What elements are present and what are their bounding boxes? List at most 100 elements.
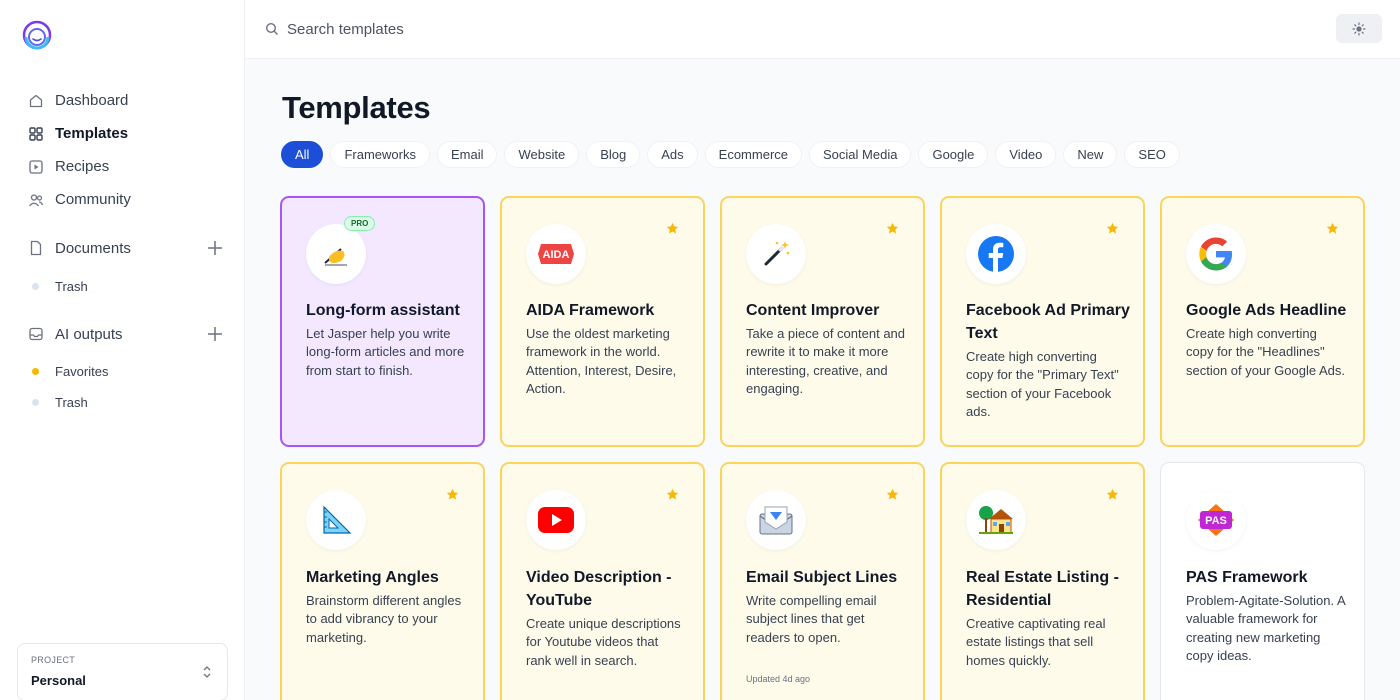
home-icon (29, 94, 43, 107)
filter-ecommerce[interactable]: Ecommerce (704, 141, 803, 168)
star-icon[interactable] (1106, 488, 1119, 501)
card-icon-wrap (966, 224, 1026, 284)
card-description: Create high converting copy for the "Hea… (1186, 326, 1345, 378)
inbox-icon (29, 327, 43, 341)
nav-item-label: Dashboard (55, 92, 129, 109)
nav-item-dashboard[interactable]: Dashboard (28, 84, 131, 117)
search-icon (265, 22, 278, 35)
template-card-long-form[interactable]: PRO Long-form assistant Let Jasper help … (280, 196, 485, 447)
filter-website[interactable]: Website (504, 141, 580, 168)
nav-item-label: Recipes (55, 158, 110, 175)
card-title: Content Improver (746, 302, 880, 319)
ai-outputs-trash-label: Trash (55, 395, 88, 410)
card-icon-wrap: PAS (1186, 490, 1246, 550)
envelope-icon (759, 506, 793, 535)
sun-icon (1352, 21, 1366, 36)
template-card-google-ads[interactable]: Google Ads Headline Create high converti… (1160, 196, 1365, 447)
template-card-email-subject[interactable]: Email Subject Lines Write compelling ema… (720, 462, 925, 700)
triangle-ruler-icon (323, 505, 352, 534)
magic-wand-icon (764, 241, 790, 266)
document-icon (30, 240, 42, 256)
card-icon-wrap (746, 224, 806, 284)
card-title: Video Description - YouTube (526, 569, 672, 609)
pas-icon: PAS (1198, 504, 1234, 536)
theme-toggle-button[interactable] (1336, 14, 1382, 43)
star-icon[interactable] (886, 488, 899, 501)
sidebar: Dashboard Templates Recipes Community Do… (0, 0, 245, 700)
template-card-real-estate[interactable]: Real Estate Listing - Residential Creati… (940, 462, 1145, 700)
documents-trash-label: Trash (55, 279, 88, 294)
nav-item-label: Templates (55, 125, 129, 142)
topbar (245, 0, 1400, 59)
add-document-icon[interactable] (206, 239, 224, 257)
documents-section[interactable]: Documents (28, 239, 224, 257)
card-icon-wrap (1186, 224, 1246, 284)
google-icon (1199, 237, 1232, 271)
template-card-content-improver[interactable]: Content Improver Take a piece of content… (720, 196, 925, 447)
card-description: Create unique descriptions for Youtube v… (526, 616, 681, 668)
star-icon[interactable] (666, 222, 679, 235)
star-icon[interactable] (1326, 222, 1339, 235)
filter-email[interactable]: Email (436, 141, 498, 168)
filter-seo[interactable]: SEO (1124, 141, 1180, 168)
favorite-dot (32, 368, 39, 375)
ai-outputs-favorites[interactable]: Favorites (32, 364, 108, 379)
template-card-pas[interactable]: PAS PAS Framework Problem-Agitate-Soluti… (1160, 462, 1365, 700)
project-selector[interactable]: PROJECT Personal (17, 643, 228, 700)
card-description: Use the oldest marketing framework in th… (526, 326, 677, 396)
nav-item-recipes[interactable]: Recipes (28, 150, 131, 183)
filter-google[interactable]: Google (918, 141, 989, 168)
card-icon-wrap (306, 224, 366, 284)
documents-label: Documents (55, 239, 131, 257)
filter-blog[interactable]: Blog (586, 141, 641, 168)
chevron-updown-icon (203, 666, 211, 678)
filter-social-media[interactable]: Social Media (809, 141, 912, 168)
grid-icon (29, 126, 43, 141)
filter-new[interactable]: New (1063, 141, 1118, 168)
writing-hand-icon (324, 248, 347, 266)
template-card-marketing-angles[interactable]: Marketing Angles Brainstorm different an… (280, 462, 485, 700)
main-nav: Dashboard Templates Recipes Community (28, 84, 131, 216)
filter-all[interactable]: All (281, 141, 324, 168)
documents-trash[interactable]: Trash (32, 279, 88, 294)
ai-outputs-label: AI outputs (55, 325, 123, 343)
jasper-logo-icon[interactable] (21, 20, 53, 50)
card-description: Creative captivating real estate listing… (966, 616, 1106, 668)
pas-icon-text: PAS (1205, 515, 1227, 527)
bullet-dot (32, 283, 39, 290)
updated-meta: Updated 4d ago (746, 674, 811, 684)
card-description: Brainstorm different angles to add vibra… (306, 593, 462, 645)
template-card-video-description[interactable]: Video Description - YouTube Create uniqu… (500, 462, 705, 700)
card-title: PAS Framework (1186, 569, 1308, 586)
nav-item-community[interactable]: Community (28, 183, 131, 216)
ai-outputs-trash[interactable]: Trash (32, 395, 88, 410)
filter-frameworks[interactable]: Frameworks (330, 141, 430, 168)
card-title: Facebook Ad Primary Text (966, 302, 1130, 342)
add-output-icon[interactable] (206, 325, 224, 343)
aida-icon-text: AIDA (543, 249, 570, 261)
card-description: Problem-Agitate-Solution. A valuable fra… (1186, 593, 1345, 663)
project-label: PROJECT (31, 655, 76, 665)
card-icon-wrap (746, 490, 806, 550)
star-icon[interactable] (666, 488, 679, 501)
card-description: Write compelling email subject lines tha… (746, 593, 877, 645)
card-title: Google Ads Headline (1186, 302, 1347, 319)
play-square-icon (29, 159, 43, 174)
nav-item-templates[interactable]: Templates (28, 117, 131, 150)
star-icon[interactable] (446, 488, 459, 501)
card-title: Long-form assistant (306, 302, 460, 319)
ai-outputs-section[interactable]: AI outputs (28, 325, 224, 343)
card-icon-wrap (306, 490, 366, 550)
star-icon[interactable] (1106, 222, 1119, 235)
filter-video[interactable]: Video (995, 141, 1057, 168)
card-title: Marketing Angles (306, 569, 439, 586)
bullet-dot (32, 399, 39, 406)
filter-ads[interactable]: Ads (647, 141, 698, 168)
template-card-facebook-ad[interactable]: Facebook Ad Primary Text Create high con… (940, 196, 1145, 447)
youtube-icon (538, 507, 574, 533)
search-input[interactable] (287, 14, 787, 44)
template-card-aida[interactable]: AIDA AIDA Framework Use the oldest marke… (500, 196, 705, 447)
card-description: Let Jasper help you write long-form arti… (306, 326, 465, 378)
house-icon (979, 506, 1013, 534)
star-icon[interactable] (886, 222, 899, 235)
